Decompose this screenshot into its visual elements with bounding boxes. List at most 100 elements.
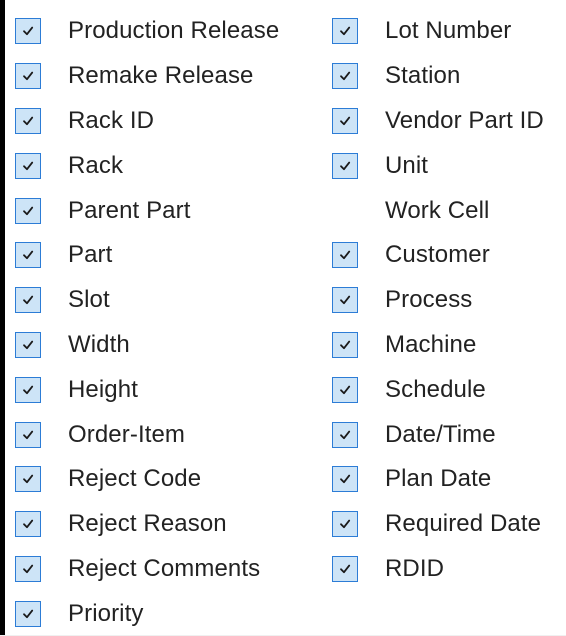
checkbox-label[interactable]: Required Date [385, 510, 541, 538]
checkbox-label[interactable]: Reject Comments [68, 555, 260, 583]
checkbox-label[interactable]: Lot Number [385, 17, 511, 45]
checkbox-item[interactable]: Lot Number [332, 9, 544, 54]
checkmark-icon [23, 475, 34, 484]
checkbox-label[interactable]: Plan Date [385, 465, 491, 493]
checkmark-icon [23, 295, 34, 305]
checkmark-icon [340, 564, 351, 574]
checkbox-item[interactable]: Station [332, 54, 544, 99]
checkbox-item[interactable]: Required Date [332, 502, 544, 547]
checkbox[interactable] [332, 466, 358, 493]
checkbox-label[interactable]: Machine [385, 331, 476, 359]
column-chooser: Production Release Remake Release Rack I… [0, 0, 566, 635]
checkbox[interactable] [15, 555, 41, 582]
checkbox-label[interactable]: Rack [68, 152, 123, 180]
right-column: Lot Number Station Vendor Part ID Unit W… [332, 9, 544, 591]
checkbox[interactable] [15, 331, 41, 358]
checkmark-icon [340, 251, 351, 260]
checkbox-label[interactable]: Process [385, 286, 472, 314]
checkbox-label[interactable]: Parent Part [68, 197, 191, 225]
checkbox-item[interactable]: Parent Part [15, 188, 279, 233]
checkbox-label[interactable]: Rack ID [68, 107, 154, 135]
checkbox-item[interactable]: Rack ID [15, 99, 279, 144]
checkbox[interactable] [332, 242, 358, 269]
checkbox-item[interactable]: Part [15, 233, 279, 278]
checkbox-label[interactable]: Reject Reason [68, 510, 227, 538]
checkmark-icon [23, 340, 34, 350]
checkbox[interactable] [15, 466, 41, 493]
checkbox-label[interactable]: Work Cell [385, 197, 489, 225]
checkbox-panel: Production Release Remake Release Rack I… [5, 0, 566, 635]
checkbox-item[interactable]: Date/Time [332, 412, 544, 457]
checkbox-label[interactable]: Customer [385, 241, 490, 269]
checkbox[interactable] [15, 421, 41, 448]
checkbox-item[interactable]: RDID [332, 547, 544, 592]
checkbox-label[interactable]: Order-Item [68, 421, 185, 449]
checkbox[interactable] [332, 555, 358, 582]
checkmark-icon [340, 385, 351, 394]
checkbox-item[interactable]: Customer [332, 233, 544, 278]
checkmark-icon [23, 206, 34, 215]
checkbox-label[interactable]: Date/Time [385, 421, 496, 449]
checkbox[interactable] [15, 600, 41, 627]
checkbox-label[interactable]: Height [68, 376, 138, 404]
checkbox-label[interactable]: Remake Release [68, 62, 254, 90]
checkbox[interactable] [15, 18, 41, 45]
checkbox-label[interactable]: Width [68, 331, 130, 359]
checkbox-item[interactable]: Schedule [332, 367, 544, 412]
checkbox[interactable] [332, 287, 358, 314]
checkbox[interactable] [15, 107, 41, 134]
checkbox-item[interactable]: Rack [15, 143, 279, 188]
checkbox-item[interactable]: Production Release [15, 9, 279, 54]
checkbox[interactable] [332, 331, 358, 358]
checkbox-label[interactable]: Reject Code [68, 465, 201, 493]
checkbox-item[interactable]: Work Cell [332, 188, 544, 233]
checkbox[interactable] [332, 511, 358, 538]
checkbox-item[interactable]: Reject Comments [15, 547, 279, 592]
checkbox-item[interactable]: Order-Item [15, 412, 279, 457]
checkbox-item[interactable]: Unit [332, 143, 544, 188]
checkbox-item[interactable]: Reject Code [15, 457, 279, 502]
checkbox-item[interactable]: Plan Date [332, 457, 544, 502]
checkbox[interactable] [332, 152, 358, 179]
checkmark-icon [23, 430, 34, 439]
checkbox-label[interactable]: Schedule [385, 376, 486, 404]
checkbox[interactable] [332, 421, 358, 448]
checkmark-icon [340, 519, 351, 529]
checkbox-label[interactable]: Production Release [68, 17, 279, 45]
checkmark-icon [340, 27, 351, 36]
checkbox-label[interactable]: Part [68, 241, 112, 269]
checkbox-item[interactable]: Vendor Part ID [332, 99, 544, 144]
checkbox-item[interactable]: Process [332, 278, 544, 323]
checkbox-label[interactable]: Vendor Part ID [385, 107, 544, 135]
checkbox[interactable] [332, 376, 358, 403]
checkmark-icon [23, 71, 34, 81]
checkbox[interactable] [15, 242, 41, 269]
checkbox[interactable] [15, 63, 41, 90]
checkbox[interactable] [332, 63, 358, 90]
checkmark-icon [23, 609, 34, 618]
checkbox-item[interactable]: Height [15, 367, 279, 412]
checkbox[interactable] [15, 287, 41, 314]
checkbox[interactable] [15, 376, 41, 403]
checkmark-icon [23, 519, 34, 529]
checkbox-label[interactable]: Unit [385, 152, 428, 180]
checkbox-item[interactable]: Machine [332, 323, 544, 368]
checkbox-label[interactable]: Priority [68, 600, 143, 628]
checkbox[interactable] [15, 197, 41, 224]
checkmark-icon [23, 564, 34, 574]
checkbox-label[interactable]: RDID [385, 555, 444, 583]
checkmark-icon [340, 116, 351, 126]
checkbox-item[interactable]: Slot [15, 278, 279, 323]
checkbox[interactable] [15, 511, 41, 538]
checkbox-label[interactable]: Slot [68, 286, 110, 314]
checkmark-icon [23, 161, 34, 170]
checkbox-item[interactable]: Remake Release [15, 54, 279, 99]
checkbox[interactable] [15, 152, 41, 179]
checkbox[interactable] [332, 18, 358, 45]
checkmark-icon [340, 340, 351, 350]
checkbox-item[interactable]: Priority [15, 591, 279, 636]
checkbox-item[interactable]: Reject Reason [15, 502, 279, 547]
checkbox[interactable] [332, 107, 358, 134]
checkbox-label[interactable]: Station [385, 62, 460, 90]
checkbox-item[interactable]: Width [15, 323, 279, 368]
